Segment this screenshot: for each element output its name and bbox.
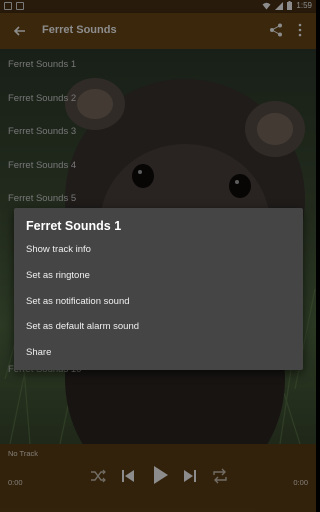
set-notification-option[interactable]: Set as notification sound [26, 292, 291, 312]
show-track-info-option[interactable]: Show track info [26, 240, 291, 260]
set-ringtone-option[interactable]: Set as ringtone [26, 266, 291, 286]
dialog-title: Ferret Sounds 1 [26, 219, 122, 233]
set-alarm-option[interactable]: Set as default alarm sound [26, 317, 291, 337]
track-options-dialog: Ferret Sounds 1 Show track info Set as r… [14, 208, 303, 370]
share-option[interactable]: Share [26, 343, 291, 363]
